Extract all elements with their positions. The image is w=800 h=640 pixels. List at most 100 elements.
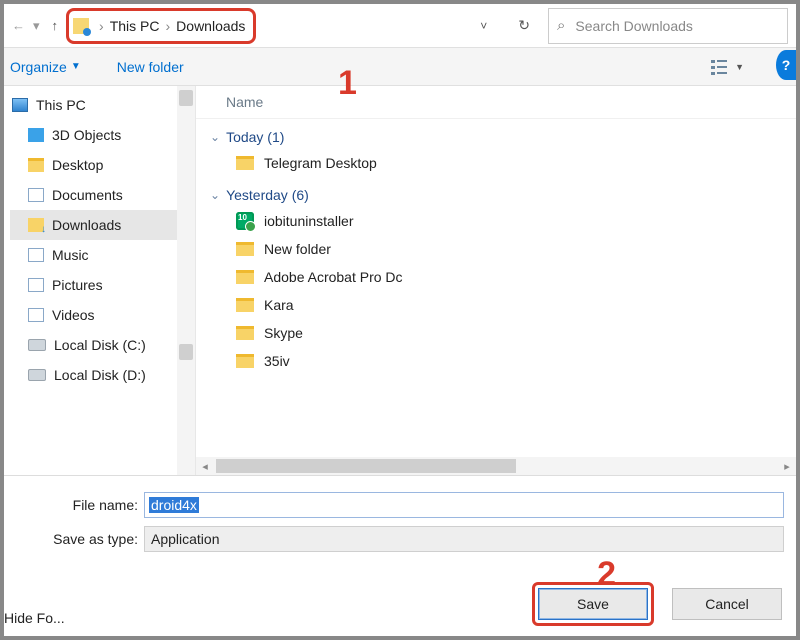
search-icon: ⌕ [557, 17, 565, 34]
scroll-left-icon[interactable]: ◂ [196, 460, 214, 473]
up-button[interactable]: ↑ [52, 18, 59, 33]
disk-icon [28, 369, 46, 381]
tree-item-label: Music [52, 247, 89, 263]
breadcrumb-downloads[interactable]: Downloads [176, 18, 245, 34]
search-placeholder: Search Downloads [575, 18, 693, 34]
tree-item-videos[interactable]: Videos [10, 300, 195, 330]
horizontal-scrollbar[interactable]: ◂ ▸ [196, 457, 796, 475]
nav-history-controls: ← ▾ ↑ [12, 18, 58, 34]
disk-icon [28, 339, 46, 351]
tree-item-music[interactable]: Music [10, 240, 195, 270]
toolbar: Organize▼ New folder 1 ▼ ? [4, 48, 796, 86]
chevron-down-icon: ▼ [71, 61, 81, 72]
pictures-icon [28, 278, 44, 292]
list-item[interactable]: 35iv [196, 347, 796, 375]
file-label: New folder [264, 241, 331, 257]
new-folder-button[interactable]: New folder [117, 59, 184, 75]
downloads-icon [28, 218, 44, 232]
cancel-button[interactable]: Cancel [672, 588, 782, 620]
documents-icon [28, 188, 44, 202]
list-item[interactable]: iobituninstaller [196, 207, 796, 235]
folder-icon [236, 326, 254, 340]
breadcrumb-highlight: › This PC › Downloads [66, 8, 256, 44]
tree-item-local-disk-d[interactable]: Local Disk (D:) [10, 360, 195, 390]
tree-item-3d-objects[interactable]: 3D Objects [10, 120, 195, 150]
breadcrumb-sep: › [166, 18, 171, 34]
list-item[interactable]: Kara [196, 291, 796, 319]
address-bar-extra[interactable]: ˅ [264, 8, 500, 44]
this-pc-icon [12, 98, 28, 112]
save-as-type-value: Application [151, 531, 220, 547]
organize-menu[interactable]: Organize▼ [10, 59, 81, 75]
hide-folders-button[interactable]: Hide Fo... [4, 610, 65, 626]
tree-scrollbar[interactable] [177, 86, 195, 475]
tree-item-local-disk-c[interactable]: Local Disk (C:) [10, 330, 195, 360]
save-button[interactable]: Save [538, 588, 648, 620]
tree-item-label: Desktop [52, 157, 103, 173]
group-yesterday[interactable]: ⌄ Yesterday (6) [196, 177, 796, 207]
back-button[interactable]: ← [12, 18, 25, 33]
file-label: Adobe Acrobat Pro Dc [264, 269, 403, 285]
tree-item-label: Local Disk (C:) [54, 337, 146, 353]
navigation-tree: This PC 3D Objects Desktop Documents Dow… [4, 86, 196, 475]
tree-scroll-down-icon[interactable] [179, 344, 193, 360]
file-name-input[interactable]: droid4x [144, 492, 784, 518]
chevron-down-icon: ⌄ [210, 130, 220, 144]
dialog-buttons: Save Cancel [532, 582, 782, 626]
list-item[interactable]: Skype [196, 319, 796, 347]
list-item[interactable]: Adobe Acrobat Pro Dc [196, 263, 796, 291]
save-as-type-combo[interactable]: Application [144, 526, 784, 552]
tree-item-label: 3D Objects [52, 127, 121, 143]
save-button-highlight: Save [532, 582, 654, 626]
folder-icon [236, 354, 254, 368]
view-list-icon [710, 58, 731, 76]
tree-item-label: Local Disk (D:) [54, 367, 146, 383]
tree-item-downloads[interactable]: Downloads [10, 210, 195, 240]
group-label: Yesterday (6) [226, 187, 309, 203]
column-header-name[interactable]: Name [196, 86, 796, 119]
tree-item-pictures[interactable]: Pictures [10, 270, 195, 300]
file-label: iobituninstaller [264, 213, 354, 229]
breadcrumb-this-pc[interactable]: This PC [110, 18, 160, 34]
3d-objects-icon [28, 128, 44, 142]
list-item[interactable]: Telegram Desktop [196, 149, 796, 177]
videos-icon [28, 308, 44, 322]
recent-locations-dropdown[interactable]: ▾ [33, 18, 40, 34]
file-name-value: droid4x [149, 497, 199, 513]
folder-icon [236, 156, 254, 170]
file-label: Kara [264, 297, 294, 313]
downloads-location-icon [73, 18, 89, 34]
view-options-button[interactable]: ▼ [710, 54, 744, 80]
application-icon [236, 212, 254, 230]
address-history-dropdown-icon[interactable]: ˅ [468, 19, 499, 33]
help-button[interactable]: ? [776, 50, 796, 80]
group-today[interactable]: ⌄ Today (1) [196, 119, 796, 149]
search-input[interactable]: ⌕ Search Downloads [548, 8, 788, 44]
tree-scroll-up-icon[interactable] [179, 90, 193, 106]
save-panel: File name: droid4x Save as type: Applica… [4, 476, 796, 636]
tree-item-label: Downloads [52, 217, 121, 233]
file-label: 35iv [264, 353, 290, 369]
refresh-button[interactable]: ↻ [508, 17, 540, 34]
list-item[interactable]: New folder [196, 235, 796, 263]
tree-item-label: Pictures [52, 277, 103, 293]
chevron-down-icon: ▼ [735, 62, 744, 72]
file-label: Telegram Desktop [264, 155, 377, 171]
group-label: Today (1) [226, 129, 284, 145]
tree-item-desktop[interactable]: Desktop [10, 150, 195, 180]
desktop-icon [28, 158, 44, 172]
save-as-type-label: Save as type: [4, 531, 144, 547]
folder-icon [236, 270, 254, 284]
tree-item-documents[interactable]: Documents [10, 180, 195, 210]
scroll-thumb[interactable] [216, 459, 516, 473]
file-name-label: File name: [4, 497, 144, 513]
tree-item-this-pc[interactable]: This PC [10, 90, 195, 120]
scroll-right-icon[interactable]: ▸ [778, 460, 796, 473]
music-icon [28, 248, 44, 262]
tree-item-label: Documents [52, 187, 123, 203]
tree-item-label: Videos [52, 307, 95, 323]
file-label: Skype [264, 325, 303, 341]
folder-icon [236, 298, 254, 312]
folder-icon [236, 242, 254, 256]
breadcrumb-sep: › [99, 18, 104, 34]
